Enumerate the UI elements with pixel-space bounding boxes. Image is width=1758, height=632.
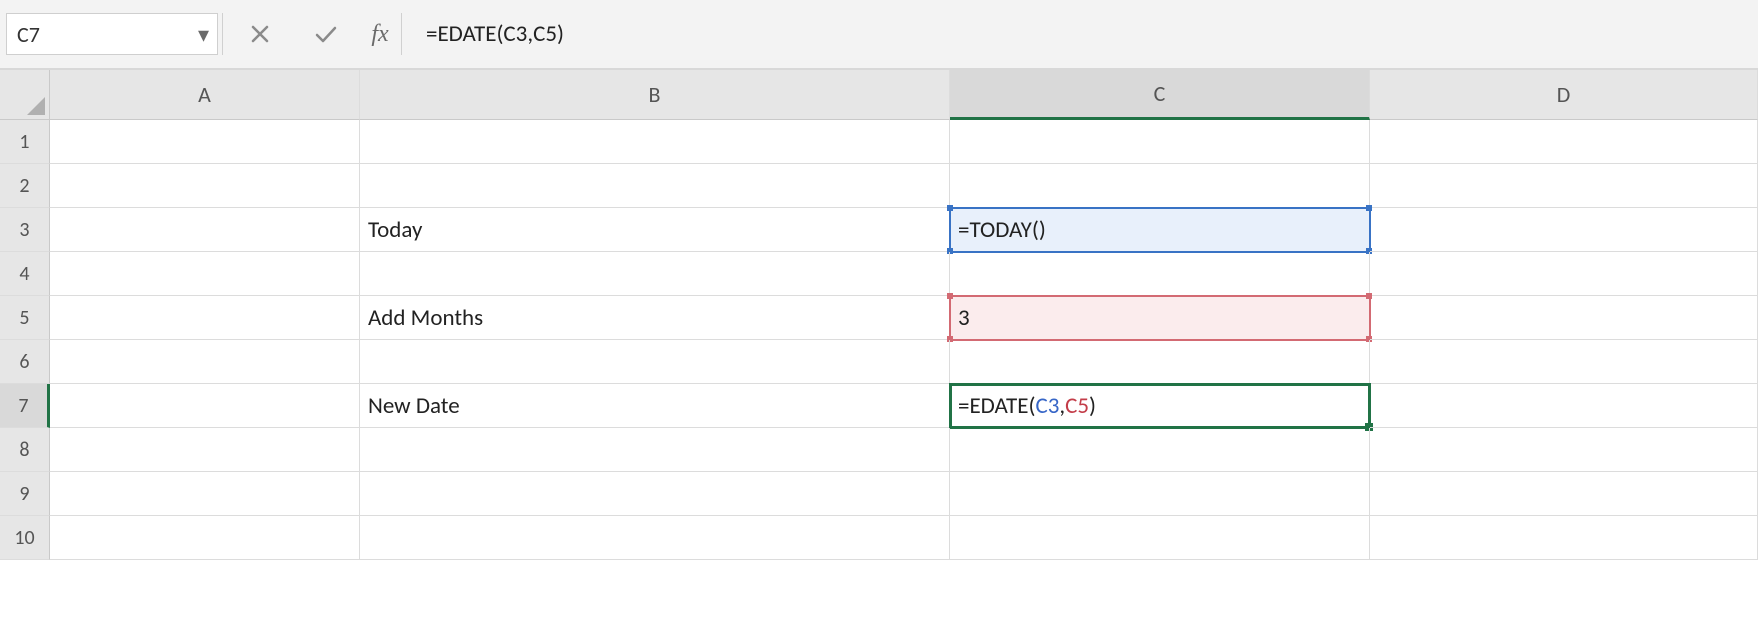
- cell-area: A B C D Today =TODAY(): [50, 70, 1758, 560]
- cell-D10[interactable]: [1370, 516, 1758, 560]
- cell-A2[interactable]: [50, 164, 360, 208]
- row-header-9[interactable]: 9: [0, 472, 50, 516]
- row-2: [50, 164, 1758, 208]
- cell-B8[interactable]: [360, 428, 950, 472]
- range-handle-icon[interactable]: [947, 205, 953, 211]
- separator: [222, 13, 223, 55]
- cell-D1[interactable]: [1370, 120, 1758, 164]
- cell-C8[interactable]: [950, 428, 1370, 472]
- formula-bar: C7 ▾ fx =EDATE(C3,C5): [0, 0, 1758, 70]
- cell-D5[interactable]: [1370, 296, 1758, 340]
- col-header-C[interactable]: C: [950, 70, 1370, 120]
- cell-C7[interactable]: =EDATE(C3,C5): [950, 384, 1370, 428]
- cell-D2[interactable]: [1370, 164, 1758, 208]
- row-6: [50, 340, 1758, 384]
- row-header-8[interactable]: 8: [0, 428, 50, 472]
- cell-B9[interactable]: [360, 472, 950, 516]
- formula-ref-red: C5: [1065, 392, 1089, 420]
- formula-input[interactable]: =EDATE(C3,C5): [401, 13, 1752, 55]
- col-header-A[interactable]: A: [50, 70, 360, 120]
- fx-icon[interactable]: fx: [359, 21, 401, 48]
- row-4: [50, 252, 1758, 296]
- row-3: Today =TODAY(): [50, 208, 1758, 252]
- cell-C4[interactable]: [950, 252, 1370, 296]
- row-5: Add Months 3: [50, 296, 1758, 340]
- cell-B1[interactable]: [360, 120, 950, 164]
- cell-B5[interactable]: Add Months: [360, 296, 950, 340]
- spreadsheet-grid: 1 2 3 4 5 6 7 8 9 10 A B C D: [0, 70, 1758, 560]
- cell-C6[interactable]: [950, 340, 1370, 384]
- cell-C5[interactable]: 3: [950, 296, 1370, 340]
- enter-icon[interactable]: [305, 13, 347, 55]
- cell-D6[interactable]: [1370, 340, 1758, 384]
- row-1: [50, 120, 1758, 164]
- cell-A8[interactable]: [50, 428, 360, 472]
- cell-B3[interactable]: Today: [360, 208, 950, 252]
- row-header-1[interactable]: 1: [0, 120, 50, 164]
- cell-C9[interactable]: [950, 472, 1370, 516]
- row-header-4[interactable]: 4: [0, 252, 50, 296]
- cell-D7[interactable]: [1370, 384, 1758, 428]
- cell-D3[interactable]: [1370, 208, 1758, 252]
- cell-B10[interactable]: [360, 516, 950, 560]
- cell-A4[interactable]: [50, 252, 360, 296]
- cell-B6[interactable]: [360, 340, 950, 384]
- row-7: New Date =EDATE(C3,C5): [50, 384, 1758, 428]
- formula-segment: ): [1089, 392, 1096, 420]
- dropdown-icon[interactable]: ▾: [198, 21, 209, 48]
- cell-C5-value: 3: [958, 304, 970, 332]
- select-all-corner[interactable]: [0, 70, 50, 120]
- cell-C3[interactable]: =TODAY(): [950, 208, 1370, 252]
- range-handle-icon[interactable]: [947, 293, 953, 299]
- row-header-2[interactable]: 2: [0, 164, 50, 208]
- row-header-5[interactable]: 5: [0, 296, 50, 340]
- row-header-10[interactable]: 10: [0, 516, 50, 560]
- cell-A9[interactable]: [50, 472, 360, 516]
- column-headers: A B C D: [50, 70, 1758, 120]
- cell-A7[interactable]: [50, 384, 360, 428]
- col-header-D[interactable]: D: [1370, 70, 1758, 120]
- row-header-7[interactable]: 7: [0, 384, 50, 428]
- cell-C1[interactable]: [950, 120, 1370, 164]
- cell-C2[interactable]: [950, 164, 1370, 208]
- row-header-6[interactable]: 6: [0, 340, 50, 384]
- cancel-icon[interactable]: [239, 13, 281, 55]
- cell-A6[interactable]: [50, 340, 360, 384]
- cell-D9[interactable]: [1370, 472, 1758, 516]
- cell-B2[interactable]: [360, 164, 950, 208]
- cell-A10[interactable]: [50, 516, 360, 560]
- name-box-value: C7: [17, 21, 40, 48]
- cell-B4[interactable]: [360, 252, 950, 296]
- row-10: [50, 516, 1758, 560]
- row-8: [50, 428, 1758, 472]
- cell-D8[interactable]: [1370, 428, 1758, 472]
- cell-A5[interactable]: [50, 296, 360, 340]
- cell-A3[interactable]: [50, 208, 360, 252]
- cell-A1[interactable]: [50, 120, 360, 164]
- cell-D4[interactable]: [1370, 252, 1758, 296]
- formula-ref-blue: C3: [1035, 392, 1059, 420]
- formula-text: =EDATE(C3,C5): [426, 20, 564, 48]
- cell-C3-value: =TODAY(): [958, 216, 1046, 244]
- cell-C10[interactable]: [950, 516, 1370, 560]
- row-header-3[interactable]: 3: [0, 208, 50, 252]
- row-headers: 1 2 3 4 5 6 7 8 9 10: [0, 70, 50, 560]
- cell-B7[interactable]: New Date: [360, 384, 950, 428]
- formula-segment: =EDATE(: [958, 392, 1035, 420]
- row-9: [50, 472, 1758, 516]
- name-box[interactable]: C7 ▾: [6, 13, 218, 55]
- col-header-B[interactable]: B: [360, 70, 950, 120]
